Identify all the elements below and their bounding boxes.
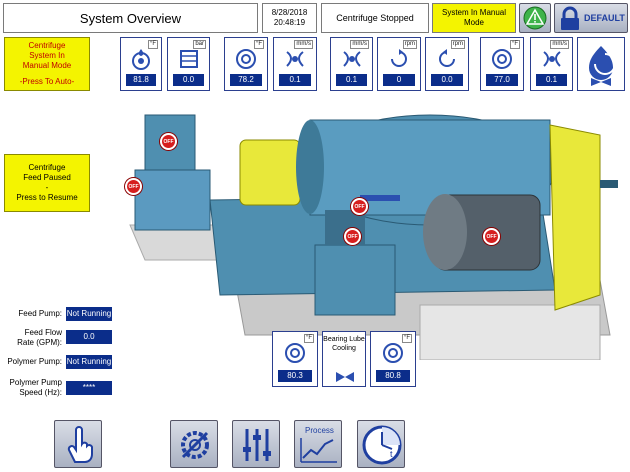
alarm-button[interactable] — [519, 3, 551, 33]
feed-pump-label: Feed Pump: — [18, 309, 62, 318]
hydraulic-off-indicator: OFF — [344, 228, 361, 245]
feed-off-indicator: OFF — [125, 178, 142, 195]
manual-mode-title: Centrifuge System In Manual Mode — [22, 41, 72, 70]
feed-resume-action: Press to Resume — [16, 193, 78, 202]
gauge-tile: mm/s 0.1 — [330, 37, 373, 91]
bearing-lube-label: Bearing Lube Cooling — [323, 336, 365, 352]
gauge-value: 78.2 — [230, 74, 262, 86]
bearing-temp-left: °F 80.3 — [272, 331, 318, 387]
gauge-tile: °F 78.2 — [224, 37, 268, 91]
bowl-speed-icon — [391, 49, 407, 67]
hand-pointer-icon — [67, 426, 93, 463]
feed-pump-value: Not Running — [66, 307, 112, 321]
user-login-button[interactable]: DEFAULT — [554, 3, 628, 33]
process-trend-button[interactable]: Process — [294, 420, 342, 468]
page-title: System Overview — [3, 3, 258, 33]
gauge-value: 0.1 — [336, 74, 367, 86]
gauge-tile: mm/s 0.1 — [530, 37, 573, 91]
bearing-icon — [383, 343, 403, 363]
lock-icon — [561, 6, 579, 30]
valve-icon — [336, 372, 354, 382]
gauge-tile: rpm 0 — [377, 37, 421, 91]
gauge-value: 81.8 — [126, 74, 156, 86]
feed-flow-label: Feed Flow Rate (GPM): — [17, 328, 62, 347]
bearing-temp-right: °F 80.8 — [370, 331, 416, 387]
differential-speed-icon — [439, 49, 455, 67]
bearing-temp-icon — [236, 49, 256, 69]
alarm-icon — [523, 6, 547, 30]
gauge-value: 0.0 — [173, 74, 204, 86]
vibration-icon — [342, 51, 361, 67]
settings-button[interactable] — [232, 420, 280, 468]
clock-icon — [362, 425, 402, 465]
pressure-icon — [179, 50, 198, 68]
centrifuge-status: Centrifuge Stopped — [321, 3, 429, 33]
time-text: 20:48:19 — [273, 18, 306, 27]
user-name: DEFAULT — [584, 13, 625, 23]
feed-flow-value: 0.0 — [66, 330, 112, 344]
gearbox-off-indicator: OFF — [351, 198, 368, 215]
date-text: 8/28/2018 — [271, 8, 308, 17]
polymer-speed-value: **** — [66, 381, 112, 395]
maintenance-button[interactable] — [170, 420, 218, 468]
gauge-value: 77.0 — [486, 74, 518, 86]
polymer-pump-label: Polymer Pump: — [7, 357, 62, 366]
gauge-tile: bar 0.0 — [167, 37, 210, 91]
polymer-speed-label: Polymer Pump Speed (Hz): — [9, 378, 62, 397]
drain-valve-icon — [589, 46, 616, 86]
gauge-value: 0.1 — [279, 74, 311, 86]
gauge-tile: °F 77.0 — [480, 37, 524, 91]
sliders-icon — [243, 429, 271, 461]
clock-label: t — [390, 449, 393, 459]
motor-off-indicator: OFF — [160, 133, 177, 150]
date-time: 8/28/2018 20:48:19 — [262, 3, 317, 33]
manual-mode-action: -Press To Auto- — [19, 77, 75, 86]
manual-mode-button[interactable]: Centrifuge System In Manual Mode -Press … — [4, 37, 90, 91]
bearing-lube-cooling[interactable]: Bearing Lube Cooling — [322, 331, 366, 387]
vibration-icon — [286, 51, 304, 67]
history-clock-button[interactable]: t — [357, 420, 405, 468]
drain-valve-tile[interactable] — [577, 37, 625, 91]
oil-temp-icon — [132, 49, 150, 70]
feed-resume-button[interactable]: Centrifuge Feed Paused - Press to Resume — [4, 154, 90, 212]
process-label: Process — [305, 426, 334, 435]
gauge-value: 0.1 — [536, 74, 567, 86]
gauge-value: 0.0 — [431, 74, 463, 86]
bearing-temp-icon — [492, 49, 512, 69]
vibration-icon — [542, 51, 561, 67]
gauge-value: 0 — [383, 74, 415, 86]
polymer-pump-value: Not Running — [66, 355, 112, 369]
feed-paused-dash: - — [45, 183, 49, 192]
feed-paused-text: Centrifuge Feed Paused — [23, 163, 71, 182]
gauge-tile: rpm 0.0 — [425, 37, 469, 91]
gauge-tile: mm/s 0.1 — [273, 37, 317, 91]
mode-status: System In Manual Mode — [432, 3, 516, 33]
manual-control-button[interactable] — [54, 420, 102, 468]
trend-chart-icon — [300, 438, 337, 463]
wrench-gear-icon — [181, 431, 209, 459]
centrifuge-illustration — [129, 114, 618, 360]
main-motor-off-indicator: OFF — [483, 228, 500, 245]
bearing-icon — [285, 343, 305, 363]
gauge-tile: °F 81.8 — [120, 37, 162, 91]
